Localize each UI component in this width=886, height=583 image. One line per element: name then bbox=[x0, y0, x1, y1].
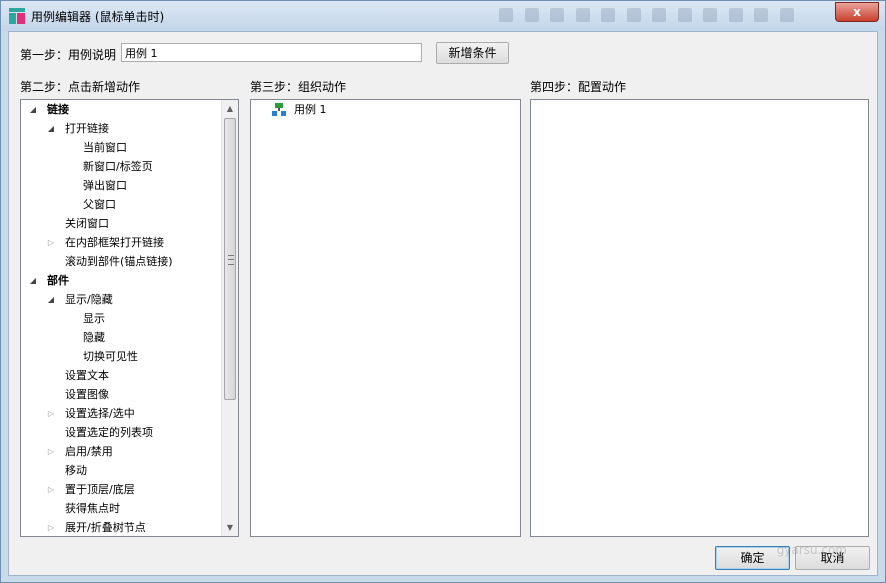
use-case-label: 用例 1 bbox=[294, 103, 327, 116]
tree-item-label: 隐藏 bbox=[83, 331, 105, 344]
action-tree-scrollbar[interactable]: ▲ ▼ bbox=[221, 100, 238, 536]
toolbar-ghost-icon bbox=[703, 8, 717, 22]
tree-item-label: 获得焦点时 bbox=[65, 502, 120, 515]
configure-action-panel bbox=[530, 99, 869, 537]
scroll-up-arrow-icon[interactable]: ▲ bbox=[222, 100, 238, 117]
toolbar-ghost-icon bbox=[575, 8, 590, 22]
tree-item-label: 设置文本 bbox=[65, 369, 109, 382]
tree-item-label: 滚动到部件(锚点链接) bbox=[65, 255, 173, 268]
tree-item-label: 弹出窗口 bbox=[83, 179, 127, 192]
tree-item-label: 显示 bbox=[83, 312, 105, 325]
tree-collapsed-arrow-icon[interactable]: ▷ bbox=[46, 233, 56, 252]
tree-item-label: 切换可见性 bbox=[83, 350, 138, 363]
background-toolbar-ghost bbox=[495, 5, 815, 45]
tree-item[interactable]: 切换可见性 bbox=[21, 347, 221, 366]
toolbar-ghost-icon bbox=[550, 8, 564, 22]
toolbar-ghost-icon bbox=[754, 8, 768, 22]
toolbar-ghost-icon bbox=[677, 8, 692, 22]
tree-collapsed-arrow-icon[interactable]: ▷ bbox=[46, 480, 56, 499]
tree-item[interactable]: 滚动到部件(锚点链接) bbox=[21, 252, 221, 271]
tree-item[interactable]: ▷ 置于顶层/底层 bbox=[21, 480, 221, 499]
tree-item[interactable]: ◢ 链接 bbox=[21, 100, 221, 119]
close-icon: x bbox=[853, 5, 861, 19]
tree-item-label: 当前窗口 bbox=[83, 141, 127, 154]
tree-item-label: 设置选择/选中 bbox=[65, 407, 135, 420]
tree-item-label: 置于顶层/底层 bbox=[65, 483, 135, 496]
tree-item-label: 链接 bbox=[47, 103, 69, 116]
step3-label: 第三步：组织动作 bbox=[250, 80, 347, 94]
use-case-description-input[interactable] bbox=[121, 43, 422, 62]
tree-expanded-arrow-icon[interactable]: ◢ bbox=[46, 119, 56, 138]
tree-item-label: 父窗口 bbox=[83, 198, 116, 211]
dialog-client-area: 第一步：用例说明 新增条件 第二步：点击新增动作 第三步：组织动作 第四步：配置… bbox=[8, 31, 878, 576]
tree-item-label: 显示/隐藏 bbox=[65, 293, 113, 306]
tree-expanded-arrow-icon[interactable]: ◢ bbox=[46, 290, 56, 309]
toolbar-ghost-icon bbox=[601, 8, 615, 22]
tree-item-label: 移动 bbox=[65, 464, 87, 477]
toolbar-ghost-icon bbox=[779, 8, 794, 22]
tree-collapsed-arrow-icon[interactable]: ▷ bbox=[46, 404, 56, 423]
tree-item[interactable]: 当前窗口 bbox=[21, 138, 221, 157]
step4-label: 第四步：配置动作 bbox=[530, 80, 627, 94]
action-tree-panel: ◢ 链接 ◢ 打开链接当前窗口新窗口/标签页 弹出窗口父窗口关闭窗口 ▷ 在内部框架打开链接… bbox=[20, 99, 239, 537]
app-icon bbox=[9, 8, 25, 24]
watermark-text: gyarsu.com bbox=[776, 543, 847, 557]
tree-expanded-arrow-icon[interactable]: ◢ bbox=[28, 100, 38, 119]
tree-item[interactable]: 隐藏 bbox=[21, 328, 221, 347]
tree-item-label: 设置选定的列表项 bbox=[65, 426, 153, 439]
tree-item[interactable]: 获得焦点时 bbox=[21, 499, 221, 518]
tree-item[interactable]: 关闭窗口 bbox=[21, 214, 221, 233]
tree-item-label: 展开/折叠树节点 bbox=[65, 521, 146, 534]
tree-item[interactable]: ◢ 部件 bbox=[21, 271, 221, 290]
tree-item[interactable]: 设置选定的列表项 bbox=[21, 423, 221, 442]
use-case-item[interactable]: 用例 1 bbox=[251, 100, 520, 119]
tree-item[interactable]: ▷ 展开/折叠树节点 bbox=[21, 518, 221, 536]
tree-expanded-arrow-icon[interactable]: ◢ bbox=[28, 271, 38, 290]
use-case-editor-window: 用例编辑器 (鼠标单击时) x 第一步：用例说明 新增条件 第二步：点击新增动作 bbox=[0, 0, 886, 583]
tree-item-label: 打开链接 bbox=[65, 122, 109, 135]
step2-label: 第二步：点击新增动作 bbox=[20, 80, 141, 94]
tree-item[interactable]: ▷ 在内部框架打开链接 bbox=[21, 233, 221, 252]
toolbar-ghost-icon bbox=[626, 8, 641, 22]
toolbar-ghost-icon bbox=[499, 8, 513, 22]
tree-item-label: 设置图像 bbox=[65, 388, 109, 401]
tree-item[interactable]: 设置文本 bbox=[21, 366, 221, 385]
tree-collapsed-arrow-icon[interactable]: ▷ bbox=[46, 442, 56, 461]
tree-item[interactable]: 设置图像 bbox=[21, 385, 221, 404]
tree-item[interactable]: 父窗口 bbox=[21, 195, 221, 214]
step1-label: 第一步：用例说明 bbox=[20, 48, 117, 62]
tree-item[interactable]: ◢ 打开链接 bbox=[21, 119, 221, 138]
tree-item[interactable]: 弹出窗口 bbox=[21, 176, 221, 195]
window-title: 用例编辑器 (鼠标单击时) bbox=[31, 10, 165, 24]
tree-item-label: 部件 bbox=[47, 274, 69, 287]
title-bar[interactable]: 用例编辑器 (鼠标单击时) x bbox=[1, 1, 885, 45]
tree-item-label: 新窗口/标签页 bbox=[83, 160, 153, 173]
organize-actions-panel: 用例 1 bbox=[250, 99, 521, 537]
scrollbar-thumb[interactable] bbox=[224, 118, 236, 400]
tree-item[interactable]: ▷ 启用/禁用 bbox=[21, 442, 221, 461]
toolbar-ghost-icon bbox=[652, 8, 666, 22]
toolbar-ghost-icon bbox=[728, 8, 743, 22]
tree-item[interactable]: 新窗口/标签页 bbox=[21, 157, 221, 176]
close-button[interactable]: x bbox=[835, 2, 879, 22]
tree-item[interactable]: 显示 bbox=[21, 309, 221, 328]
use-case-icon bbox=[272, 103, 286, 117]
toolbar-ghost-icon bbox=[524, 8, 539, 22]
tree-item[interactable]: ◢ 显示/隐藏 bbox=[21, 290, 221, 309]
tree-item-label: 启用/禁用 bbox=[65, 445, 113, 458]
tree-collapsed-arrow-icon[interactable]: ▷ bbox=[46, 518, 56, 536]
tree-item[interactable]: ▷ 设置选择/选中 bbox=[21, 404, 221, 423]
add-condition-button[interactable]: 新增条件 bbox=[436, 42, 509, 64]
tree-item-label: 关闭窗口 bbox=[65, 217, 109, 230]
tree-item-label: 在内部框架打开链接 bbox=[65, 236, 164, 249]
scroll-down-arrow-icon[interactable]: ▼ bbox=[222, 519, 238, 536]
tree-item[interactable]: 移动 bbox=[21, 461, 221, 480]
